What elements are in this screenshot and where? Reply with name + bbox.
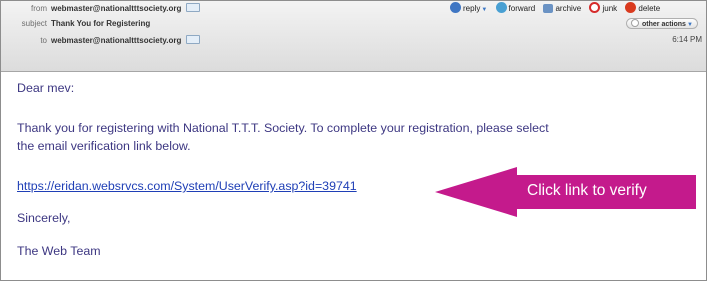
forward-button[interactable]: forward — [495, 2, 536, 13]
email-header: from webmaster@nationaltttsociety.org sub… — [1, 1, 706, 72]
chevron-down-icon: ▼ — [686, 22, 693, 28]
body-paragraph-line-2: the email verification link below. — [17, 139, 191, 153]
archive-button[interactable]: archive — [543, 4, 581, 13]
junk-label: junk — [602, 4, 618, 13]
from-row: from webmaster@nationaltttsociety.org — [1, 3, 201, 13]
body-paragraph-line-1: Thank you for registering with National … — [17, 121, 549, 135]
to-address[interactable]: webmaster@nationaltttsociety.org — [51, 36, 181, 45]
junk-button[interactable]: junk — [589, 2, 617, 13]
greeting: Dear mev: — [17, 81, 75, 95]
address-card-icon[interactable] — [186, 3, 201, 12]
subject-row: subject Thank You for Registering — [1, 19, 151, 28]
message-time: 6:14 PM — [672, 35, 702, 44]
other-actions-button[interactable]: other actions▼ — [626, 18, 698, 29]
from-address[interactable]: webmaster@nationaltttsociety.org — [51, 4, 181, 13]
reply-label: reply — [463, 4, 481, 13]
archive-icon — [543, 4, 554, 13]
delete-icon — [625, 2, 637, 13]
callout-text: Click link to verify — [527, 182, 647, 199]
reply-button[interactable]: reply▼ — [450, 2, 487, 13]
message-actions: reply▼ forward archive junk delete — [450, 2, 666, 13]
chevron-down-icon[interactable]: ▼ — [481, 7, 487, 13]
subject-label: subject — [21, 19, 47, 28]
delete-button[interactable]: delete — [625, 2, 660, 13]
subject-text: Thank You for Registering — [51, 19, 151, 28]
other-actions-label: other actions — [642, 21, 686, 28]
forward-label: forward — [508, 4, 536, 13]
delete-label: delete — [638, 4, 661, 13]
archive-label: archive — [555, 4, 582, 13]
verification-link[interactable]: https://eridan.websrvcs.com/System/UserV… — [17, 179, 357, 193]
reply-icon — [450, 2, 461, 13]
forward-icon — [495, 2, 507, 13]
signoff: Sincerely, — [17, 211, 71, 225]
address-card-icon[interactable] — [186, 35, 201, 44]
signature: The Web Team — [17, 244, 101, 258]
to-row: to webmaster@nationaltttsociety.org — [1, 35, 201, 45]
click-link-callout: Click link to verify — [435, 167, 696, 217]
to-label: to — [40, 36, 47, 45]
from-label: from — [31, 4, 47, 13]
email-window: from webmaster@nationaltttsociety.org sub… — [0, 0, 707, 281]
other-actions-icon — [631, 19, 639, 27]
junk-icon — [589, 2, 601, 13]
